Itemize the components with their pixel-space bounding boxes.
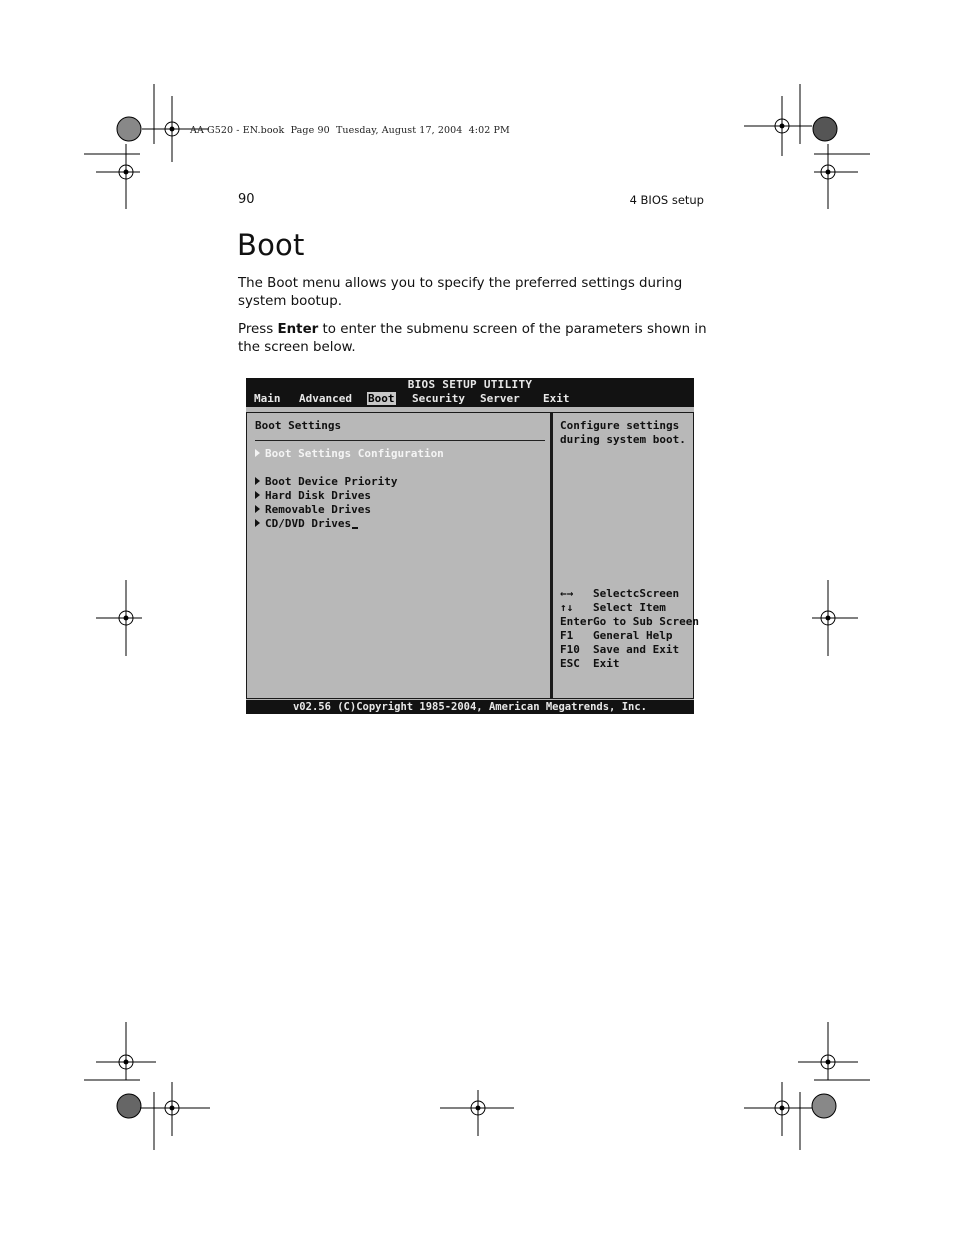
print-slug: AA G520 - EN.book Page 90 Tuesday, Augus… [190,125,510,136]
text-cursor [352,527,359,529]
bios-title: BIOS SETUP UTILITY [407,378,533,391]
bios-item-boot-device-priority[interactable]: Boot Device Priority [255,475,397,488]
bios-menu-main[interactable]: Main [254,392,281,405]
key-up-down-arrows: ↑↓ [560,601,574,614]
registration-mark-bottom-right [740,1022,870,1152]
bios-screenshot: BIOS SETUP UTILITY Main Advanced Boot Se… [246,378,699,714]
bios-menu-advanced[interactable]: Advanced [299,392,352,405]
bios-copyright-footer: v02.56 (C)Copyright 1985-2004, American … [246,700,694,714]
running-head: 4 BIOS setup [629,193,704,207]
instruction-paragraph: Press Enter to enter the submenu screen … [238,321,708,357]
registration-mark-mid-left [96,580,146,656]
bios-section-title: Boot Settings [255,419,342,432]
submenu-arrow-icon [255,519,260,527]
bios-item-label: Boot Settings Configuration [265,447,444,460]
bios-menu-boot[interactable]: Boot [367,392,396,405]
bios-item-label: Hard Disk Drives [265,489,371,502]
registration-mark-mid-right [808,580,858,656]
bios-item-cd-dvd-drives[interactable]: CD/DVD Drives [255,517,359,530]
bios-item-label: Boot Device Priority [265,475,398,488]
submenu-arrow-icon [255,449,260,457]
bios-header-bar: BIOS SETUP UTILITY Main Advanced Boot Se… [246,378,694,407]
key-f1: F1 [560,629,574,642]
key-f10: F10 [560,643,580,656]
bios-item-label: CD/DVD Drives [265,517,352,530]
section-title: Boot [237,228,305,262]
key-desc-general-help: General Help [593,629,673,642]
bios-settings-panel: Boot Settings Boot Settings Configuratio… [246,412,551,699]
key-enter: Enter [560,615,594,628]
bios-menu-server[interactable]: Server [480,392,520,405]
bios-divider [255,440,545,441]
bios-help-line-1: Configure settings [560,419,680,432]
key-desc-go-to-sub-screen: Go to Sub Screen [593,615,699,628]
key-desc-select-item: Select Item [593,601,666,614]
submenu-arrow-icon [255,477,260,485]
key-esc: ESC [560,657,580,670]
bios-menu-security[interactable]: Security [412,392,465,405]
registration-mark-bottom-center [440,1090,516,1140]
key-desc-save-and-exit: Save and Exit [593,643,680,656]
bios-item-boot-settings-configuration[interactable]: Boot Settings Configuration [255,447,444,460]
enter-key-label: Enter [277,322,319,337]
key-left-right-arrows: ←→ [560,587,574,600]
instruction-prefix: Press [238,322,278,337]
submenu-arrow-icon [255,505,260,513]
registration-mark-top-left [84,84,209,214]
bios-menu-exit[interactable]: Exit [543,392,570,405]
key-desc-select-screen: SelectcScreen [593,587,680,600]
intro-paragraph: The Boot menu allows you to specify the … [238,276,683,309]
bios-help-line-2: during system boot. [560,433,686,446]
key-desc-exit: Exit [593,657,620,670]
registration-mark-top-right [740,84,870,214]
bios-item-hard-disk-drives[interactable]: Hard Disk Drives [255,489,371,502]
bios-help-panel: Configure settings during system boot. ←… [551,412,699,699]
submenu-arrow-icon [255,491,260,499]
bios-item-removable-drives[interactable]: Removable Drives [255,503,371,516]
page-number: 90 [238,192,255,207]
bios-item-label: Removable Drives [265,503,371,516]
registration-mark-bottom-left [84,1022,214,1152]
